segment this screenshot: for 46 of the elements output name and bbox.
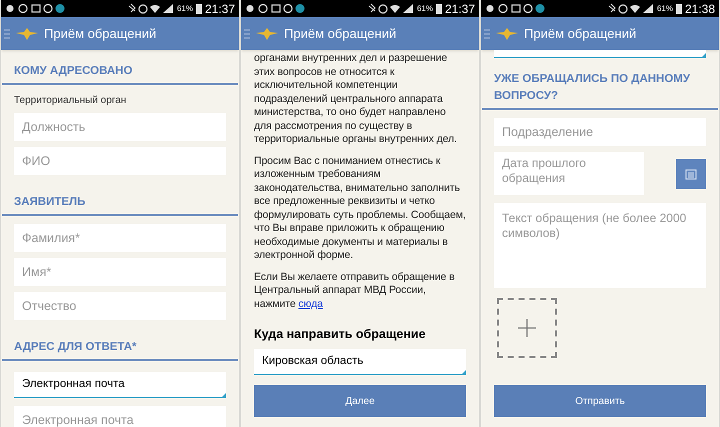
emblem-icon <box>496 28 518 40</box>
battery-icon <box>676 3 682 14</box>
battery-icon <box>436 3 442 14</box>
section-header: ЗАЯВИТЕЛЬ <box>2 181 238 216</box>
attach-button[interactable] <box>497 298 557 358</box>
emblem-icon <box>256 28 278 40</box>
menu-icon[interactable] <box>484 28 490 38</box>
input-field[interactable]: Должность <box>14 113 226 141</box>
dropdown[interactable]: Электронная почта <box>14 372 226 398</box>
clock: 21:37 <box>204 0 235 18</box>
dropdown[interactable]: Кировская область <box>254 348 466 375</box>
app-title: Приём обращений <box>524 24 636 43</box>
field-label: Территориальный орган <box>13 94 128 108</box>
battery-level: 61% <box>176 2 193 14</box>
emblem-icon <box>16 28 38 40</box>
menu-icon[interactable] <box>244 28 250 38</box>
calendar-button[interactable] <box>676 158 706 188</box>
paragraph: органами внутренних дел и разрешение этих вопросов не относится к исключительной компетенции подразделений центрального аппарата министерства, то оно будет направлено для рассмотрения по существу в территориальные органы внутренних дел. <box>253 52 458 146</box>
input-field[interactable]: ФИО <box>14 147 226 175</box>
section-header: КОМУ АДРЕСОВАНО <box>2 50 238 85</box>
clock: 21:37 <box>444 0 475 18</box>
app-title: Приём обращений <box>284 24 396 43</box>
heading: Куда направить обращение <box>253 326 427 343</box>
input-field[interactable]: Отчество <box>14 292 226 320</box>
input-field[interactable]: Имя* <box>14 258 226 286</box>
menu-icon[interactable] <box>4 28 10 38</box>
input-field[interactable]: Электронная почта <box>14 406 226 427</box>
plus-icon <box>518 319 536 337</box>
section-header: АДРЕС ДЛЯ ОТВЕТА* <box>2 326 238 361</box>
dropdown[interactable] <box>494 50 706 58</box>
battery-level: 61% <box>656 2 673 14</box>
battery-level: 61% <box>416 2 433 14</box>
submit-button[interactable]: Далее <box>254 385 466 417</box>
calendar-icon <box>685 168 698 180</box>
text-area[interactable]: Текст обращения (не более 2000 символов) <box>494 203 706 288</box>
input-field[interactable]: Подразделение <box>494 118 706 146</box>
paragraph: Просим Вас с пониманием отнестись к изложенным требованиям законодательства, внимательно заполнить все предложенные реквизиты и четко формулировать суть проблемы. Сообщаем, что Вы вправе приложить к обращению необходимые документы и материалы в электронной форме. <box>253 154 467 262</box>
paragraph: Если Вы желаете отправить обращение в Центральный аппарат МВД России, нажмите сюда <box>253 270 456 311</box>
app-title: Приём обращений <box>44 24 156 43</box>
battery-icon <box>196 3 202 14</box>
input-field[interactable]: Фамилия* <box>14 224 226 252</box>
date-field[interactable]: Дата прошлого обращения <box>494 152 644 195</box>
clock: 21:38 <box>684 0 715 18</box>
submit-button[interactable]: Отправить <box>494 385 706 417</box>
section-header: УЖЕ ОБРАЩАЛИСЬ ПО ДАННОМУ ВОПРОСУ? <box>482 58 718 110</box>
link[interactable]: сюда <box>298 298 323 310</box>
